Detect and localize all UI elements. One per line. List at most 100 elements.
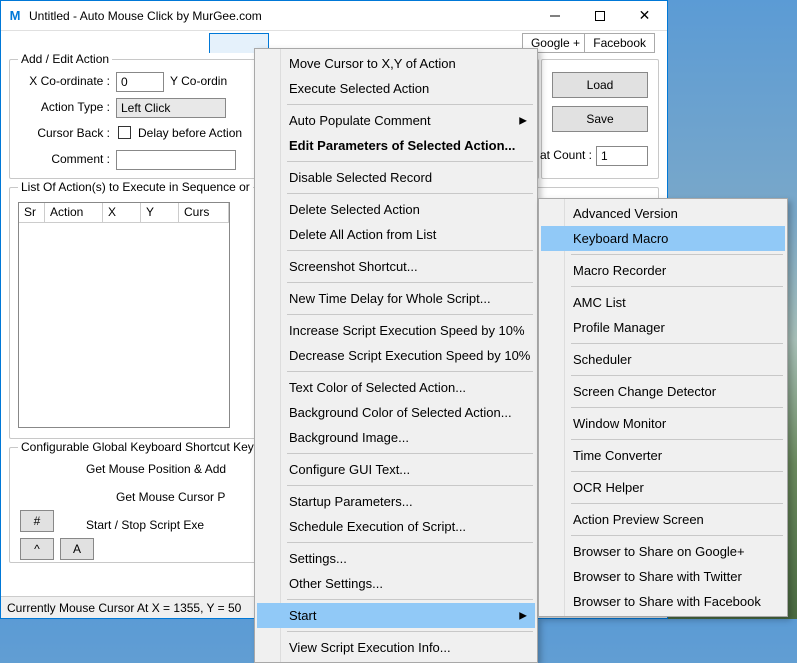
menu-separator (287, 542, 533, 543)
hash-button[interactable]: # (20, 510, 54, 532)
context-menu-main: Move Cursor to X,Y of ActionExecute Sele… (254, 48, 538, 663)
menu1-item-1[interactable]: Execute Selected Action (257, 76, 535, 101)
menu-separator (571, 375, 783, 376)
menu-separator (287, 161, 533, 162)
action-table[interactable]: Sr Action X Y Curs (18, 202, 230, 428)
menu1-item-25[interactable]: Schedule Execution of Script... (257, 514, 535, 539)
menu1-item-0[interactable]: Move Cursor to X,Y of Action (257, 51, 535, 76)
col-sr[interactable]: Sr (19, 203, 45, 222)
action-type-combo[interactable]: Left Click (116, 98, 226, 118)
minimize-icon (550, 11, 560, 21)
caret-button[interactable]: ^ (20, 538, 54, 560)
col-action[interactable]: Action (45, 203, 103, 222)
save-button[interactable]: Save (552, 106, 648, 132)
action-type-value: Left Click (121, 101, 170, 115)
menu-separator (287, 485, 533, 486)
titlebar: M Untitled - Auto Mouse Click by MurGee.… (1, 1, 667, 31)
menu-separator (287, 599, 533, 600)
group-shortcut-title: Configurable Global Keyboard Shortcut Ke… (18, 440, 257, 454)
menu1-item-6[interactable]: Disable Selected Record (257, 165, 535, 190)
menu1-item-19[interactable]: Background Color of Selected Action... (257, 400, 535, 425)
menu-separator (571, 439, 783, 440)
col-x[interactable]: X (103, 203, 141, 222)
repeat-count-input[interactable] (596, 146, 648, 166)
minimize-button[interactable] (532, 1, 577, 30)
menu1-item-8[interactable]: Delete Selected Action (257, 197, 535, 222)
menu-separator (571, 407, 783, 408)
group-add-title: Add / Edit Action (18, 52, 112, 66)
menu-separator (571, 286, 783, 287)
submenu-arrow-icon: ▶ (519, 610, 527, 621)
menu1-item-28[interactable]: Other Settings... (257, 571, 535, 596)
app-icon: M (7, 8, 23, 24)
x-coord-label: X Co-ordinate : (20, 74, 110, 88)
context-menu-start: Advanced VersionKeyboard Macro Macro Reco… (538, 198, 788, 617)
menu2-item-3[interactable]: Macro Recorder (541, 258, 785, 283)
window-title: Untitled - Auto Mouse Click by MurGee.co… (29, 9, 532, 23)
col-curs[interactable]: Curs (179, 203, 229, 222)
submenu-arrow-icon: ▶ (519, 115, 527, 126)
menu-separator (287, 371, 533, 372)
menu1-item-24[interactable]: Startup Parameters... (257, 489, 535, 514)
menu-separator (287, 453, 533, 454)
menu2-item-8[interactable]: Scheduler (541, 347, 785, 372)
menu1-item-27[interactable]: Settings... (257, 546, 535, 571)
menu1-item-4[interactable]: Edit Parameters of Selected Action... (257, 133, 535, 158)
x-coord-input[interactable] (116, 72, 164, 92)
menu2-item-0[interactable]: Advanced Version (541, 201, 785, 226)
start-stop-label: Start / Stop Script Exe (86, 518, 204, 532)
a-button[interactable]: A (60, 538, 94, 560)
get-mouse-pos-label: Get Mouse Position & Add (86, 462, 226, 476)
comment-label: Comment : (20, 152, 110, 166)
menu2-item-20[interactable]: Browser to Share on Google+ (541, 539, 785, 564)
group-list-title: List Of Action(s) to Execute in Sequence… (18, 180, 253, 194)
menu1-item-13[interactable]: New Time Delay for Whole Script... (257, 286, 535, 311)
menu-separator (571, 535, 783, 536)
menu2-item-16[interactable]: OCR Helper (541, 475, 785, 500)
menu-separator (287, 631, 533, 632)
menu1-item-11[interactable]: Screenshot Shortcut... (257, 254, 535, 279)
close-icon: ✕ (639, 7, 651, 24)
status-cursor-pos: Currently Mouse Cursor At X = 1355, Y = … (5, 599, 249, 617)
menu1-item-9[interactable]: Delete All Action from List (257, 222, 535, 247)
menu-separator (571, 471, 783, 472)
menu2-item-10[interactable]: Screen Change Detector (541, 379, 785, 404)
menu1-item-3[interactable]: Auto Populate Comment▶ (257, 108, 535, 133)
menu1-item-15[interactable]: Increase Script Execution Speed by 10% (257, 318, 535, 343)
menu1-item-30[interactable]: Start▶ (257, 603, 535, 628)
close-button[interactable]: ✕ (622, 1, 667, 30)
menu-separator (287, 314, 533, 315)
table-header: Sr Action X Y Curs (19, 203, 229, 223)
maximize-button[interactable] (577, 1, 622, 30)
menu-separator (287, 250, 533, 251)
menu2-item-22[interactable]: Browser to Share with Facebook (541, 589, 785, 614)
menu2-item-6[interactable]: Profile Manager (541, 315, 785, 340)
menu2-item-21[interactable]: Browser to Share with Twitter (541, 564, 785, 589)
menu2-item-18[interactable]: Action Preview Screen (541, 507, 785, 532)
menu1-item-18[interactable]: Text Color of Selected Action... (257, 375, 535, 400)
menu2-item-12[interactable]: Window Monitor (541, 411, 785, 436)
repeat-count-label: at Count : (534, 148, 592, 162)
comment-input[interactable] (116, 150, 236, 170)
menu2-item-1[interactable]: Keyboard Macro (541, 226, 785, 251)
menu1-item-16[interactable]: Decrease Script Execution Speed by 10% (257, 343, 535, 368)
delay-before-label: Delay before Action (138, 126, 242, 140)
tab-facebook[interactable]: Facebook (584, 33, 655, 53)
menu1-item-32[interactable]: View Script Execution Info... (257, 635, 535, 660)
cursor-back-checkbox[interactable] (118, 126, 131, 139)
menu2-item-14[interactable]: Time Converter (541, 443, 785, 468)
menu-separator (287, 282, 533, 283)
col-y[interactable]: Y (141, 203, 179, 222)
menu-separator (571, 254, 783, 255)
menu1-item-20[interactable]: Background Image... (257, 425, 535, 450)
group-load-save: Load Save at Count : (541, 59, 659, 179)
menu-separator (571, 503, 783, 504)
menu1-item-22[interactable]: Configure GUI Text... (257, 457, 535, 482)
menu-separator (287, 193, 533, 194)
menu2-item-5[interactable]: AMC List (541, 290, 785, 315)
action-type-label: Action Type : (20, 100, 110, 114)
menu-separator (571, 343, 783, 344)
load-button[interactable]: Load (552, 72, 648, 98)
maximize-icon (595, 11, 605, 21)
y-coord-label: Y Co-ordin (170, 74, 227, 88)
